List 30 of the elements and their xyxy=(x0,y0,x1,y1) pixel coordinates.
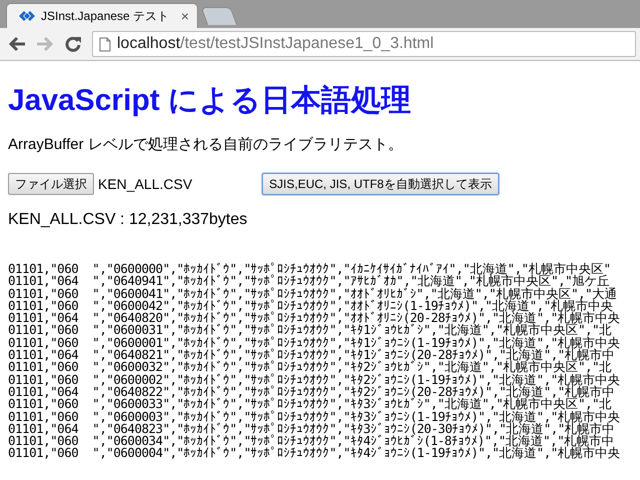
csv-line: 01101,"064 ","0640941","ﾎｯｶｲﾄﾞｳ","ｻｯﾎﾟﾛｼﾁｭｳｵｳｸ","ｱｻﾋｶﾞｵｶ","北海道","札幌市中央区","旭ケ丘 xyxy=(8,275,610,288)
csv-line: 01101,"060 ","0600041","ﾎｯｶｲﾄﾞｳ","ｻｯﾎﾟﾛｼﾁｭｳｵｳｸ","ｵｵﾄﾞｵﾘﾋｶﾞｼ","北海道","札幌市中央区","大通 xyxy=(8,288,618,300)
csv-line: 01101,"060 ","0600004","ﾎｯｶｲﾄﾞｳ","ｻｯﾎﾟﾛｼﾁｭｳｵｳｸ","ｷﾀ4ｼﾞｮｳﾆｼ(1-19ﾁｮｳﾒ)","北海道","札幌市中央 xyxy=(8,447,622,460)
csv-line: 01101,"060 ","0600001","ﾎｯｶｲﾄﾞｳ","ｻｯﾎﾟﾛｼﾁｭｳｵｳｸ","ｷﾀ1ｼﾞｮｳﾆｼ(1-19ﾁｮｳﾒ)","北海道","札幌市中央 xyxy=(8,336,622,350)
csv-line: 01101,"060 ","0600032","ﾎｯｶｲﾄﾞｳ","ｻｯﾎﾟﾛｼﾁｭｳｵｳｸ","ｷﾀ2ｼﾞｮｳﾋｶﾞｼ","北海道","札幌市中央区","北 xyxy=(8,361,612,374)
address-field[interactable]: localhost/test/testJSInstJapanese1_0_3.html xyxy=(92,31,636,57)
csv-line: 01101,"060 ","0600000","ﾎｯｶｲﾄﾞｳ","ｻｯﾎﾟﾛｼﾁｭｳｵｳｸ","ｲｶﾆｹｲｻｲｶﾞﾅｲﾊﾞｱｲ","北海道","札幌市中央区" xyxy=(8,263,612,276)
csv-line: 01101,"064 ","0640822","ﾎｯｶｲﾄﾞｳ","ｻｯﾎﾟﾛｼﾁｭｳｵｳｸ","ｷﾀ2ｼﾞｮｳﾆｼ(20-28ﾁｮｳﾒ)","北海道","札幌市中 xyxy=(8,386,615,398)
csv-line: 01101,"060 ","0600003","ﾎｯｶｲﾄﾞｳ","ｻｯﾎﾟﾛｼﾁｭｳｵｳｸ","ｷﾀ3ｼﾞｮｳﾆｼ(1-19ﾁｮｳﾒ)","北海道","札幌市中央 xyxy=(8,410,622,423)
browser-tab[interactable]: JSInst.Japanese テスト × xyxy=(6,3,198,28)
csv-line: 01101,"060 ","0600033","ﾎｯｶｲﾄﾞｳ","ｻｯﾎﾟﾛｼﾁｭｳｵｳｸ","ｷﾀ3ｼﾞｮｳﾋｶﾞｼ","北海道","札幌市中央区","北 xyxy=(8,398,612,411)
csv-line: 01101,"064 ","0640820","ﾎｯｶｲﾄﾞｳ","ｻｯﾎﾟﾛｼﾁｭｳｵｳｸ","ｵｵﾄﾞｵﾘﾆｼ(20-28ﾁｮｳﾒ)","北海道","札幌市中央 xyxy=(8,312,622,324)
csv-line: 01101,"064 ","0640821","ﾎｯｶｲﾄﾞｳ","ｻｯﾎﾟﾛｼﾁｭｳｵｳｸ","ｷﾀ1ｼﾞｮｳﾆｼ(20-28ﾁｮｳﾒ)","北海道","札幌市中 xyxy=(8,349,615,362)
page-heading: JavaScript による日本語処理 xyxy=(8,83,412,119)
csv-line: 01101,"060 ","0600031","ﾎｯｶｲﾄﾞｳ","ｻｯﾎﾟﾛｼﾁｭｳｵｳｸ","ｷﾀ1ｼﾞｮｳﾋｶﾞｼ","北海道","札幌市中央区","北 xyxy=(8,324,612,337)
tab-title: JSInst.Japanese テスト xyxy=(41,8,170,24)
csv-line: 01101,"060 ","0600034","ﾎｯｶｲﾄﾞｳ","ｻｯﾎﾟﾛｼﾁｭｳｵｳｸ","ｷﾀ4ｼﾞｮｳﾋｶﾞｼ(1-8ﾁｮｳﾒ)","北海道","札幌市中 xyxy=(8,435,614,448)
result-text: KEN_ALL.CSV : 12,231,337bytes xyxy=(8,211,248,229)
csv-line: 01101,"060 ","0600042","ﾎｯｶｲﾄﾞｳ","ｻｯﾎﾟﾛｼﾁｭｳｵｳｸ","ｵｵﾄﾞｵﾘﾆｼ(1-19ﾁｮｳﾒ)","北海道","札幌市中央 xyxy=(8,300,614,312)
csv-line: 01101,"064 ","0640823","ﾎｯｶｲﾄﾞｳ","ｻｯﾎﾟﾛｼﾁｭｳｵｳｸ","ｷﾀ3ｼﾞｮｳﾆｼ(20-30ﾁｮｳﾒ)","北海道","札幌市中 xyxy=(8,422,615,436)
back-icon[interactable] xyxy=(8,36,26,52)
file-select-button[interactable]: ファイル選択 xyxy=(8,173,94,195)
convert-button[interactable]: SJIS,EUC, JIS, UTF8を自動選択して表示 xyxy=(262,173,499,195)
diamond-icon xyxy=(19,9,35,23)
description-text: ArrayBuffer レベルで処理される自前のライブラリテスト。 xyxy=(8,135,404,155)
close-icon[interactable]: × xyxy=(180,8,189,24)
csv-line: 01101,"060 ","0600002","ﾎｯｶｲﾄﾞｳ","ｻｯﾎﾟﾛｼﾁｭｳｵｳｸ","ｷﾀ2ｼﾞｮｳﾆｼ(1-19ﾁｮｳﾒ)","北海道","札幌市中央 xyxy=(8,374,622,386)
reload-icon[interactable] xyxy=(64,35,82,53)
file-name: KEN_ALL.CSV xyxy=(98,176,192,192)
page-icon xyxy=(99,36,111,52)
